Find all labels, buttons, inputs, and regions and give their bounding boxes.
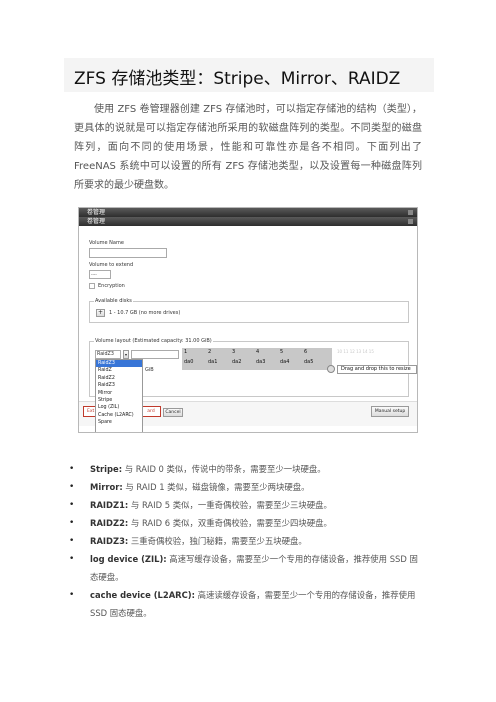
type-term: log device (ZIL): bbox=[90, 554, 167, 564]
type-desc-continued: 态硬盘。 bbox=[90, 572, 124, 582]
bullet-icon: • bbox=[69, 518, 75, 528]
list-item: • RAIDZ3: 三重奇偶校验，独门秘籍，需要至少五块硬盘。 bbox=[66, 532, 436, 550]
bullet-icon: • bbox=[69, 536, 75, 546]
type-term: cache device (L2ARC): bbox=[90, 590, 195, 600]
list-item: • log device (ZIL): 高速写缓存设备，需要至少一个专用的存储设备… bbox=[66, 550, 436, 586]
window-title-bar: 卷管理 bbox=[79, 208, 417, 217]
resize-handle-icon[interactable] bbox=[327, 365, 335, 373]
layout-type-value: RaidZ3 bbox=[97, 352, 114, 357]
bullet-icon: • bbox=[69, 482, 75, 492]
dropdown-option[interactable]: RaidZ bbox=[96, 367, 142, 374]
type-desc: 三重奇偶校验，独门秘籍，需要至少五块硬盘。 bbox=[128, 536, 307, 546]
window-grip-icon[interactable] bbox=[408, 210, 413, 215]
encryption-checkbox[interactable] bbox=[89, 283, 95, 289]
column-number: 5 bbox=[280, 349, 284, 355]
bullet-icon: • bbox=[69, 590, 75, 600]
column-number: 4 bbox=[256, 349, 260, 355]
layout-select-arrow-icon[interactable]: ▾ bbox=[123, 350, 129, 359]
type-desc: 高速读缓存设备，需要至少一个专用的存储设备，推荐使用 bbox=[194, 590, 416, 600]
disk-name: da0 bbox=[184, 359, 194, 365]
type-term: RAIDZ1: bbox=[90, 500, 129, 510]
encryption-label: Encryption bbox=[98, 283, 125, 289]
volume-extend-label: Volume to extend bbox=[89, 262, 134, 268]
column-number: 3 bbox=[232, 349, 236, 355]
type-desc: 与 RAID 6 类似，双重奇偶校验，需要至少四块硬盘。 bbox=[128, 518, 332, 528]
type-desc: 与 RAID 0 类似，传说中的带条，需要至少一块硬盘。 bbox=[122, 464, 326, 474]
pool-type-list: • Stripe: 与 RAID 0 类似，传说中的带条，需要至少一块硬盘。 • M… bbox=[66, 460, 436, 622]
add-disk-button[interactable]: + bbox=[96, 309, 105, 317]
type-term: Mirror: bbox=[90, 482, 123, 492]
bullet-icon: • bbox=[69, 500, 75, 510]
list-item: • Mirror: 与 RAID 1 类似，磁盘镜像，需要至少两块硬盘。 bbox=[66, 478, 436, 496]
cancel-button[interactable]: Cancel bbox=[163, 408, 183, 417]
dialog-title-bar: 卷管理 bbox=[79, 217, 417, 226]
extend-value: ---- bbox=[91, 272, 97, 277]
dropdown-option[interactable]: Cache (L2ARC) bbox=[96, 412, 142, 419]
faint-column-numbers: 10 11 12 13 14 15 bbox=[337, 349, 374, 354]
add-volume-label-start: Ext bbox=[87, 409, 95, 414]
type-desc: 与 RAID 5 类似，一重奇偶校验，需要至少三块硬盘。 bbox=[128, 500, 332, 510]
disk-name: da4 bbox=[280, 359, 290, 365]
dropdown-option[interactable]: Spare bbox=[96, 419, 142, 426]
volume-layout-legend: Volume layout (Estimated capacity: 31.00… bbox=[94, 338, 213, 344]
disk-name: da5 bbox=[304, 359, 314, 365]
add-volume-button-end[interactable]: ard bbox=[141, 406, 161, 417]
dialog-grip-icon[interactable] bbox=[408, 219, 413, 224]
volume-manager-screenshot: 卷管理 卷管理 Volume Name Volume to extend ---… bbox=[78, 207, 418, 433]
dropdown-option[interactable]: Mirror bbox=[96, 390, 142, 397]
available-disks-value: 1 - 10.7 GB (no more drives) bbox=[109, 310, 181, 316]
dropdown-option[interactable]: Stripe bbox=[96, 397, 142, 404]
dialog-title: 卷管理 bbox=[87, 218, 106, 225]
add-volume-label-end: ard bbox=[147, 409, 155, 414]
column-number: 6 bbox=[304, 349, 308, 355]
list-item: • cache device (L2ARC): 高速读缓存设备，需要至少一个专用的… bbox=[66, 586, 436, 622]
volume-extend-select[interactable]: ---- bbox=[89, 270, 111, 279]
list-item: • Stripe: 与 RAID 0 类似，传说中的带条，需要至少一块硬盘。 bbox=[66, 460, 436, 478]
resize-tooltip: Drag and drop this to resize bbox=[337, 365, 417, 374]
disk-name: da3 bbox=[256, 359, 266, 365]
manual-setup-label: Manual setup bbox=[374, 409, 406, 414]
dropdown-option[interactable]: RaidZ3 bbox=[96, 360, 142, 368]
disk-name: da2 bbox=[232, 359, 242, 365]
dropdown-option[interactable]: Log (ZIL) bbox=[96, 404, 142, 411]
disk-name: da1 bbox=[208, 359, 218, 365]
layout-type-dropdown[interactable]: RaidZ3 RaidZ RaidZ2 RaidZ3 Mirror Stripe… bbox=[95, 359, 143, 432]
manual-setup-button[interactable]: Manual setup bbox=[371, 406, 409, 417]
intro-paragraph: 使用 ZFS 卷管理器创建 ZFS 存储池时，可以指定存储池的结构（类型），更具… bbox=[74, 104, 422, 191]
type-term: RAIDZ3: bbox=[90, 536, 129, 546]
layout-size-field[interactable] bbox=[131, 350, 179, 359]
volume-name-input[interactable] bbox=[89, 248, 167, 258]
size-fragment: GiB bbox=[145, 367, 154, 373]
type-term: RAIDZ2: bbox=[90, 518, 129, 528]
type-desc-continued: SSD 固态硬盘。 bbox=[90, 608, 152, 618]
list-item: • RAIDZ2: 与 RAID 6 类似，双重奇偶校验，需要至少四块硬盘。 bbox=[66, 514, 436, 532]
dropdown-option[interactable]: RaidZ2 bbox=[96, 375, 142, 382]
cancel-label: Cancel bbox=[165, 410, 181, 415]
column-number: 2 bbox=[208, 349, 212, 355]
bullet-icon: • bbox=[69, 554, 75, 564]
page-title: ZFS 存储池类型：Stripe、Mirror、RAIDZ bbox=[74, 69, 401, 89]
layout-type-select[interactable]: RaidZ3 bbox=[95, 350, 121, 359]
type-desc: 高速写缓存设备，需要至少一个专用的存储设备，推荐使用 SSD 固 bbox=[166, 554, 418, 564]
available-disks-fieldset: Available disks + 1 - 10.7 GB (no more d… bbox=[89, 298, 409, 323]
volume-name-label: Volume Name bbox=[89, 240, 124, 246]
type-term: Stripe: bbox=[90, 464, 123, 474]
column-number: 1 bbox=[184, 349, 188, 355]
list-item: • RAIDZ1: 与 RAID 5 类似，一重奇偶校验，需要至少三块硬盘。 bbox=[66, 496, 436, 514]
available-disks-legend: Available disks bbox=[94, 298, 133, 304]
type-desc: 与 RAID 1 类似，磁盘镜像，需要至少两块硬盘。 bbox=[122, 482, 310, 492]
window-title: 卷管理 bbox=[87, 209, 106, 216]
dropdown-option[interactable]: RaidZ3 bbox=[96, 382, 142, 389]
bullet-icon: • bbox=[69, 464, 75, 474]
